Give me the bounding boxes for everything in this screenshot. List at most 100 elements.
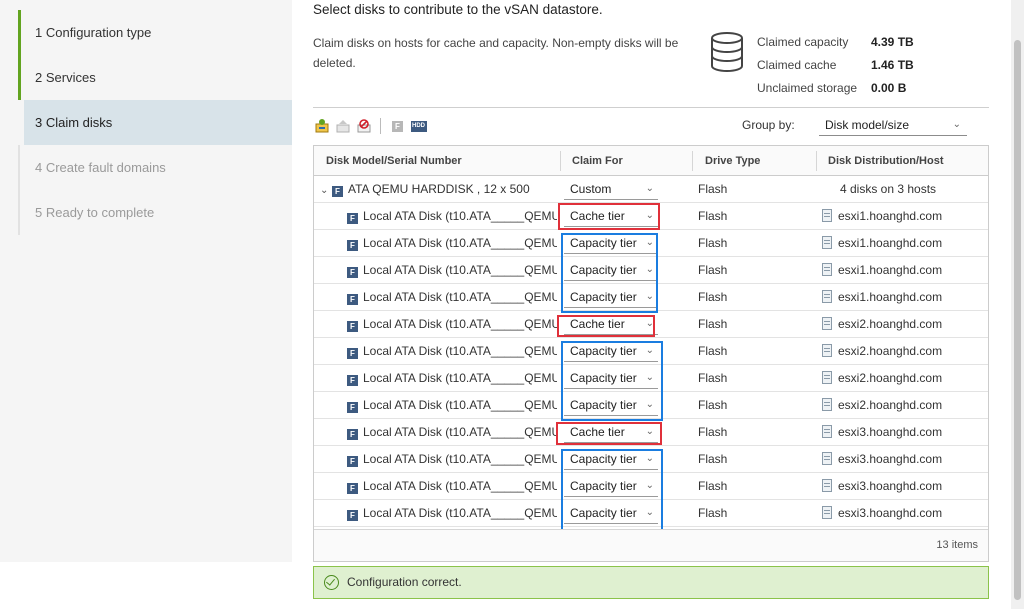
disk-row[interactable]: F Local ATA Disk (t10.ATA_____QEMU_HARDDI… bbox=[314, 419, 988, 446]
disk-row[interactable]: F Local ATA Disk (t10.ATA_____QEMU_HARDDI… bbox=[314, 392, 988, 419]
host-icon bbox=[822, 398, 832, 411]
flash-disk-icon: F bbox=[347, 456, 358, 467]
disk-model: Local ATA Disk (t10.ATA_____QEMU_HARDDIS… bbox=[363, 344, 557, 358]
summary-row: Claimed capacity 4.39 TB bbox=[757, 31, 914, 54]
column-separator[interactable] bbox=[560, 151, 561, 171]
disk-row[interactable]: F Local ATA Disk (t10.ATA_____QEMU_HARDDI… bbox=[314, 338, 988, 365]
chevron-down-icon: ⌄ bbox=[645, 183, 654, 194]
claim-disk-icon[interactable] bbox=[313, 118, 330, 134]
flash-mark-icon[interactable]: F bbox=[389, 118, 406, 134]
host-icon bbox=[822, 236, 832, 249]
claim-for-value: Capacity tier bbox=[570, 506, 637, 520]
disk-model-cell: F Local ATA Disk (t10.ATA_____QEMU_HARDDI… bbox=[347, 473, 557, 499]
claim-for-select[interactable]: Capacity tier ⌄ bbox=[564, 394, 658, 416]
chevron-down-icon: ⌄ bbox=[645, 507, 654, 518]
claim-for-select[interactable]: Capacity tier ⌄ bbox=[564, 286, 658, 308]
claim-for-select[interactable]: Capacity tier ⌄ bbox=[564, 232, 658, 254]
disk-row[interactable]: F Local ATA Disk (t10.ATA_____QEMU_HARDDI… bbox=[314, 257, 988, 284]
claim-cell: Capacity tier ⌄ bbox=[564, 446, 664, 472]
drive-type-cell: Flash bbox=[698, 479, 728, 493]
drive-type-cell: Flash bbox=[698, 344, 728, 358]
erase-disk-icon[interactable] bbox=[355, 118, 372, 134]
hdd-mark-icon[interactable]: HDD bbox=[410, 118, 427, 134]
claim-for-value: Capacity tier bbox=[570, 344, 637, 358]
disk-row[interactable]: F Local ATA Disk (t10.ATA_____QEMU_HARDDI… bbox=[314, 230, 988, 257]
flash-disk-icon: F bbox=[332, 186, 343, 197]
disk-row[interactable]: F Local ATA Disk (t10.ATA_____QEMU_HARDDI… bbox=[314, 446, 988, 473]
disk-model-cell: F Local ATA Disk (t10.ATA_____QEMU_HARDDI… bbox=[347, 419, 557, 445]
vertical-scrollbar[interactable] bbox=[1011, 0, 1024, 609]
summary-value: 4.39 TB bbox=[871, 35, 914, 49]
chevron-down-icon: ⌄ bbox=[645, 291, 654, 302]
claim-for-select[interactable]: Capacity tier ⌄ bbox=[564, 340, 658, 362]
disk-model-cell: F Local ATA Disk (t10.ATA_____QEMU_HARDDI… bbox=[347, 284, 557, 310]
step-services[interactable]: 2 Services bbox=[18, 55, 292, 100]
group-row[interactable]: ⌄ F ATA QEMU HARDDISK , 12 x 500.... Custo… bbox=[314, 176, 988, 203]
drive-type-cell: Flash bbox=[698, 317, 728, 331]
summary-value: 0.00 B bbox=[871, 81, 907, 95]
host-icon bbox=[822, 263, 832, 276]
disk-row[interactable]: F Local ATA Disk (t10.ATA_____QEMU_HARDDI… bbox=[314, 500, 988, 527]
disk-model: Local ATA Disk (t10.ATA_____QEMU_HARDDIS… bbox=[363, 479, 557, 493]
host-cell: esxi3.hoanghd.com bbox=[822, 419, 982, 445]
claim-for-select[interactable]: Capacity tier ⌄ bbox=[564, 259, 658, 281]
claim-for-select[interactable]: Cache tier ⌄ bbox=[564, 421, 658, 443]
disk-model: Local ATA Disk (t10.ATA_____QEMU_HARDDIS… bbox=[363, 209, 557, 223]
page-heading: Select disks to contribute to the vSAN d… bbox=[313, 2, 603, 17]
claim-for-select[interactable]: Capacity tier ⌄ bbox=[564, 448, 658, 470]
chevron-down-icon: ⌄ bbox=[645, 372, 654, 383]
main-panel: Select disks to contribute to the vSAN d… bbox=[313, 0, 989, 609]
host-icon bbox=[822, 317, 832, 330]
flash-disk-icon: F bbox=[347, 294, 358, 305]
claim-for-select[interactable]: Capacity tier ⌄ bbox=[564, 367, 658, 389]
item-count: 13 items bbox=[936, 539, 978, 551]
claim-for-select[interactable]: Custom ⌄ bbox=[564, 178, 658, 200]
eject-disk-icon[interactable] bbox=[334, 118, 351, 134]
wizard-sidebar: 1 Configuration type 2 Services 3 Claim … bbox=[0, 0, 292, 562]
group-model: ATA QEMU HARDDISK , 12 x 500.... bbox=[348, 182, 530, 196]
host-cell: esxi1.hoanghd.com bbox=[822, 257, 982, 283]
step-claim-disks[interactable]: 3 Claim disks bbox=[24, 100, 292, 145]
disk-model: Local ATA Disk (t10.ATA_____QEMU_HARDDIS… bbox=[363, 371, 557, 385]
host-icon bbox=[822, 452, 832, 465]
disk-model: Local ATA Disk (t10.ATA_____QEMU_HARDDIS… bbox=[363, 452, 557, 466]
claim-for-select[interactable]: Capacity tier ⌄ bbox=[564, 475, 658, 497]
claim-for-select[interactable]: Cache tier ⌄ bbox=[564, 205, 658, 227]
claim-for-value: Capacity tier bbox=[570, 290, 637, 304]
claim-for-value: Capacity tier bbox=[570, 236, 637, 250]
drive-type-cell: Flash bbox=[698, 371, 728, 385]
step-configuration-type[interactable]: 1 Configuration type bbox=[18, 10, 292, 55]
claim-cell: Capacity tier ⌄ bbox=[564, 230, 664, 256]
summary-row: Claimed cache 1.46 TB bbox=[757, 54, 914, 77]
disk-row[interactable]: F Local ATA Disk (t10.ATA_____QEMU_HARDDI… bbox=[314, 311, 988, 338]
claim-cell: Capacity tier ⌄ bbox=[564, 392, 664, 418]
grid-header: Disk Model/Serial Number Claim For Drive… bbox=[314, 146, 988, 176]
host-icon bbox=[822, 479, 832, 492]
column-separator[interactable] bbox=[816, 151, 817, 171]
disk-row[interactable]: F Local ATA Disk (t10.ATA_____QEMU_HARDDI… bbox=[314, 284, 988, 311]
host-icon bbox=[822, 506, 832, 519]
column-header-distribution[interactable]: Disk Distribution/Host bbox=[828, 146, 944, 176]
chevron-down-icon[interactable]: ⌄ bbox=[320, 178, 332, 202]
claim-for-select[interactable]: Capacity tier ⌄ bbox=[564, 502, 658, 524]
disk-row[interactable]: F Local ATA Disk (t10.ATA_____QEMU_HARDDI… bbox=[314, 365, 988, 392]
summary-label: Claimed capacity bbox=[757, 35, 849, 49]
claim-cell: Cache tier ⌄ bbox=[564, 419, 664, 445]
group-by-select[interactable]: Disk model/size ⌄ bbox=[819, 114, 967, 136]
chevron-down-icon: ⌄ bbox=[645, 345, 654, 356]
column-header-drive-type[interactable]: Drive Type bbox=[705, 146, 760, 176]
chevron-down-icon: ⌄ bbox=[645, 480, 654, 491]
host-icon bbox=[822, 425, 832, 438]
column-header-model[interactable]: Disk Model/Serial Number bbox=[326, 146, 462, 176]
chevron-down-icon: ⌄ bbox=[645, 399, 654, 410]
column-header-claim[interactable]: Claim For bbox=[572, 146, 623, 176]
disk-row[interactable]: F Local ATA Disk (t10.ATA_____QEMU_HARDDI… bbox=[314, 473, 988, 500]
claim-for-select[interactable]: Cache tier ⌄ bbox=[564, 313, 658, 335]
drive-type-cell: Flash bbox=[698, 506, 728, 520]
column-separator[interactable] bbox=[692, 151, 693, 171]
flash-disk-icon: F bbox=[347, 321, 358, 332]
host-name: esxi1.hoanghd.com bbox=[838, 290, 943, 304]
chevron-down-icon: ⌄ bbox=[645, 426, 654, 437]
scrollbar-thumb[interactable] bbox=[1014, 40, 1021, 600]
disk-row[interactable]: F Local ATA Disk (t10.ATA_____QEMU_HARDDI… bbox=[314, 203, 988, 230]
